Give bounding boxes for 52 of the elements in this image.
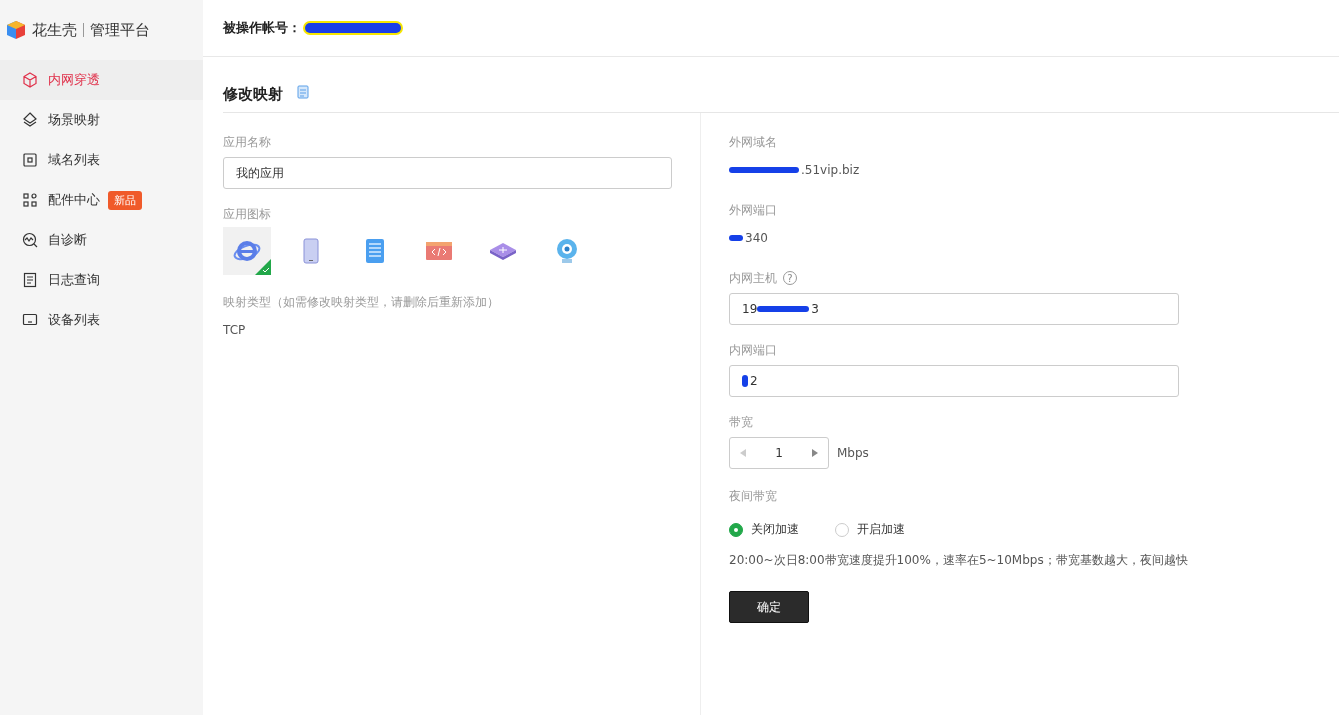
app-name-field[interactable]: 我的应用 — [223, 157, 672, 189]
document-icon — [22, 272, 38, 288]
sidebar-item[interactable]: 配件中心 新品 — [0, 180, 203, 220]
decrease-icon[interactable] — [740, 449, 746, 457]
account-label: 被操作帐号： — [223, 19, 301, 37]
field-label: 内网主机 — [729, 269, 777, 287]
port-value: 340 — [745, 231, 768, 245]
host-field[interactable]: 19 3 — [729, 293, 1179, 325]
page-title: 修改映射 — [223, 85, 283, 104]
pulse-icon — [22, 232, 38, 248]
sidebar-item[interactable]: 场景映射 — [0, 100, 203, 140]
domain-value: .51vip.biz — [801, 163, 860, 177]
redaction-mark — [742, 375, 748, 387]
field-label: 应用名称 — [223, 133, 272, 151]
field-label: 内网端口 — [729, 341, 778, 359]
cube-icon — [22, 72, 38, 88]
redaction-mark — [729, 167, 799, 173]
field-label: 夜间带宽 — [729, 487, 778, 505]
product-name: 管理平台 — [90, 20, 150, 40]
brand-name: 花生壳 — [32, 20, 77, 40]
mapping-type-value: TCP — [223, 323, 247, 337]
logo-icon — [6, 20, 26, 40]
increase-icon[interactable] — [812, 449, 818, 457]
radio-icon[interactable] — [835, 522, 849, 537]
document-icon[interactable] — [297, 85, 309, 99]
field-label: 外网域名 — [729, 133, 778, 151]
field-label: 外网端口 — [729, 201, 778, 219]
square-icon — [22, 152, 38, 168]
unit-label: Mbps — [837, 446, 869, 460]
night-note: 20:00~次日8:00带宽速度提升100%，速率在5~10Mbps；带宽基数越大，夜间越快 — [729, 552, 1189, 569]
radio-option[interactable]: 开启加速 — [835, 521, 905, 538]
radio-icon[interactable] — [729, 522, 743, 537]
app-icon-option[interactable] — [223, 227, 271, 275]
monitor-icon — [22, 312, 38, 328]
check-icon — [255, 259, 271, 275]
sidebar-item[interactable]: 日志查询 — [0, 260, 203, 300]
redaction-mark — [729, 235, 743, 241]
field-label: 映射类型（如需修改映射类型，请删除后重新添加） — [223, 293, 500, 311]
bandwidth-stepper[interactable]: 1 — [729, 437, 829, 469]
redaction-mark — [757, 306, 810, 312]
port-field[interactable]: 2 — [729, 365, 1179, 397]
new-badge: 新品 — [108, 190, 142, 210]
sidebar-item[interactable]: 域名列表 — [0, 140, 203, 180]
layers-icon — [22, 112, 38, 128]
sidebar-item[interactable]: 内网穿透 — [0, 60, 203, 100]
confirm-button[interactable]: 确定 — [729, 591, 809, 623]
sidebar-item[interactable]: 自诊断 — [0, 220, 203, 260]
field-label: 带宽 — [729, 413, 754, 431]
field-label: 应用图标 — [223, 205, 272, 223]
grid-icon — [22, 192, 38, 208]
sidebar-item[interactable]: 设备列表 — [0, 300, 203, 340]
radio-option[interactable]: 关闭加速 — [729, 521, 799, 538]
